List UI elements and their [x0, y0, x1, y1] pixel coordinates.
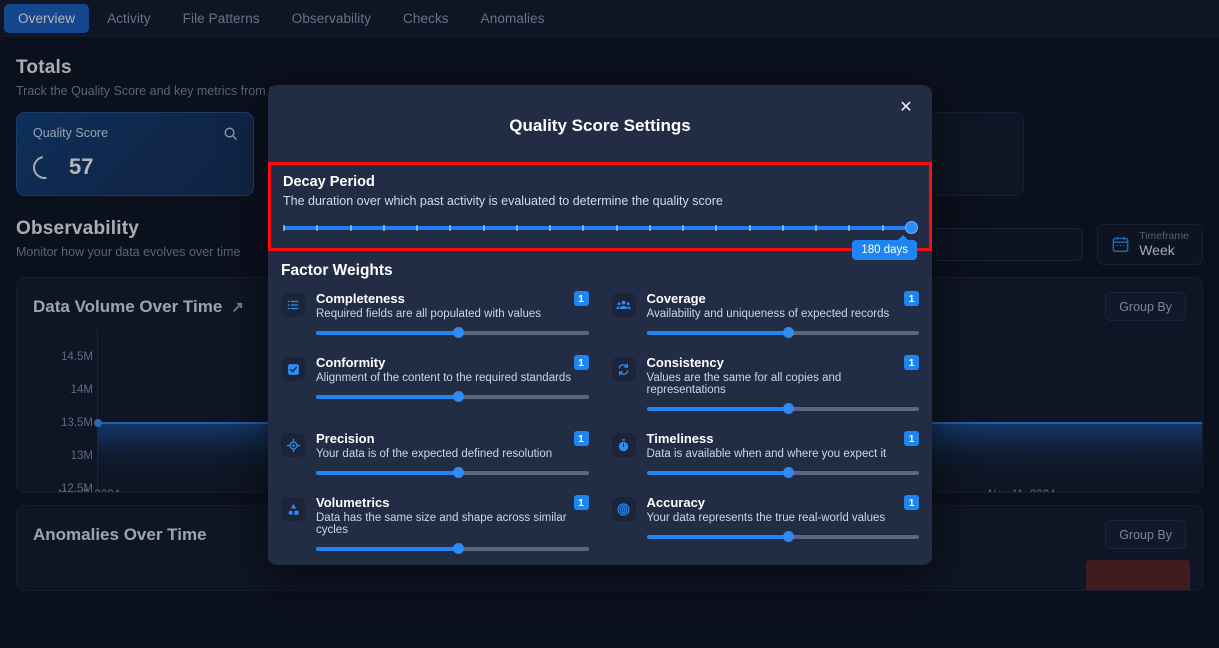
factor-slider-fill — [646, 407, 789, 411]
factor-top-row: Precision 1 — [316, 431, 589, 446]
factor-description: Data has the same size and shape across … — [316, 512, 567, 536]
factor-body: Completeness 1 Required fields are all p… — [316, 291, 589, 338]
factor-weight-badge: 1 — [904, 495, 919, 510]
factor-description: Availability and uniqueness of expected … — [646, 308, 890, 320]
factor-top-row: Accuracy 1 — [646, 495, 919, 510]
factor-name: Volumetrics — [316, 495, 390, 510]
factor-weight-badge: 1 — [573, 495, 589, 510]
decay-period-title: Decay Period — [283, 174, 375, 190]
decay-period-slider[interactable]: 180 days — [283, 221, 918, 260]
decay-period-value-badge: 180 days — [852, 235, 917, 260]
factor-slider-thumb[interactable] — [452, 543, 464, 554]
factor-weight-badge: 1 — [904, 291, 919, 306]
factor-slider[interactable] — [316, 543, 589, 554]
factor-slider-fill — [646, 471, 789, 475]
factor-slider-fill — [646, 331, 789, 335]
factor-slider-thumb[interactable] — [452, 327, 464, 338]
factor-body: Consistency 1 Values are the same for al… — [646, 355, 919, 414]
decay-period-section: Decay Period The duration over which pas… — [268, 162, 932, 260]
factor-body: Conformity 1 Alignment of the content to… — [316, 355, 589, 414]
factor-weights-grid: Completeness 1 Required fields are all p… — [268, 280, 932, 554]
factor-timeliness: Timeliness 1 Data is available when and … — [611, 431, 919, 478]
factor-slider[interactable] — [316, 467, 589, 478]
factor-slider-fill — [316, 395, 458, 399]
app-root: Overview Activity File Patterns Observab… — [0, 0, 1219, 648]
crosshair-target-icon — [281, 433, 305, 457]
factor-top-row: Completeness 1 — [316, 291, 589, 306]
factor-conformity: Conformity 1 Alignment of the content to… — [281, 355, 589, 414]
factor-slider[interactable] — [646, 327, 919, 338]
factor-slider-fill — [316, 331, 458, 335]
factor-top-row: Conformity 1 — [316, 355, 589, 370]
factor-weight-badge: 1 — [573, 431, 589, 446]
factor-slider-thumb[interactable] — [452, 467, 464, 478]
factor-consistency: Consistency 1 Values are the same for al… — [611, 355, 919, 414]
factor-slider-fill — [316, 547, 458, 551]
factor-top-row: Volumetrics 1 — [316, 495, 589, 510]
factor-slider-thumb[interactable] — [783, 403, 795, 414]
factor-precision: Precision 1 Your data is of the expected… — [281, 431, 589, 478]
factor-name: Completeness — [316, 291, 405, 306]
factor-top-row: Consistency 1 — [646, 355, 919, 370]
factor-top-row: Coverage 1 — [646, 291, 919, 306]
factor-description: Values are the same for all copies and r… — [646, 372, 842, 396]
factor-body: Timeliness 1 Data is available when and … — [646, 431, 919, 478]
factor-completeness: Completeness 1 Required fields are all p… — [281, 291, 589, 338]
factor-slider-fill — [646, 535, 789, 539]
factor-slider[interactable] — [646, 531, 919, 542]
checkbox-checked-icon — [281, 357, 305, 381]
factor-volumetrics: Volumetrics 1 Data has the same size and… — [281, 495, 589, 554]
factor-weight-badge: 1 — [573, 291, 589, 306]
shapes-icon — [281, 497, 305, 521]
factor-name: Timeliness — [646, 431, 714, 446]
factor-description: Required fields are all populated with v… — [316, 308, 542, 320]
decay-slider-ticks — [283, 225, 917, 231]
factor-coverage: Coverage 1 Availability and uniqueness o… — [611, 291, 919, 338]
factor-description: Alignment of the content to the required… — [316, 372, 572, 384]
factor-slider[interactable] — [646, 403, 919, 414]
factor-name: Conformity — [316, 355, 386, 370]
factor-body: Coverage 1 Availability and uniqueness o… — [646, 291, 919, 338]
factor-slider-thumb[interactable] — [452, 391, 464, 402]
factor-slider-thumb[interactable] — [783, 467, 795, 478]
factor-description: Your data represents the true real-world… — [646, 512, 886, 524]
factor-description: Your data is of the expected defined res… — [316, 448, 553, 460]
factor-slider-thumb[interactable] — [783, 327, 795, 338]
quality-score-settings-modal: ✕ Quality Score Settings Decay Period Th… — [268, 85, 932, 565]
factor-weight-badge: 1 — [904, 355, 919, 370]
factor-name: Accuracy — [646, 495, 706, 510]
modal-title: Quality Score Settings — [509, 116, 691, 135]
decay-period-description: The duration over which past activity is… — [283, 194, 723, 208]
modal-footer: Cancel Save — [268, 554, 932, 565]
factor-name: Precision — [316, 431, 375, 446]
factor-name: Consistency — [646, 355, 724, 370]
stopwatch-icon — [611, 433, 636, 457]
factor-slider[interactable] — [316, 391, 589, 402]
close-icon[interactable]: ✕ — [894, 96, 918, 120]
factor-accuracy: Accuracy 1 Your data represents the true… — [611, 495, 919, 554]
factor-description: Data is available when and where you exp… — [646, 448, 887, 460]
decay-slider-thumb[interactable] — [905, 221, 918, 234]
factor-weight-badge: 1 — [904, 431, 919, 446]
people-group-icon — [611, 293, 636, 317]
factor-slider[interactable] — [646, 467, 919, 478]
factor-body: Volumetrics 1 Data has the same size and… — [316, 495, 589, 554]
factor-body: Precision 1 Your data is of the expected… — [316, 431, 589, 478]
factor-top-row: Timeliness 1 — [646, 431, 919, 446]
sync-refresh-icon — [611, 357, 636, 381]
factor-weight-badge: 1 — [573, 355, 589, 370]
list-icon — [281, 293, 305, 317]
factor-weights-title: Factor Weights — [281, 262, 393, 279]
factor-slider[interactable] — [316, 327, 589, 338]
factor-body: Accuracy 1 Your data represents the true… — [646, 495, 919, 554]
factor-slider-fill — [316, 471, 458, 475]
bullseye-icon — [611, 497, 636, 521]
factor-name: Coverage — [646, 291, 706, 306]
factor-slider-thumb[interactable] — [783, 531, 795, 542]
